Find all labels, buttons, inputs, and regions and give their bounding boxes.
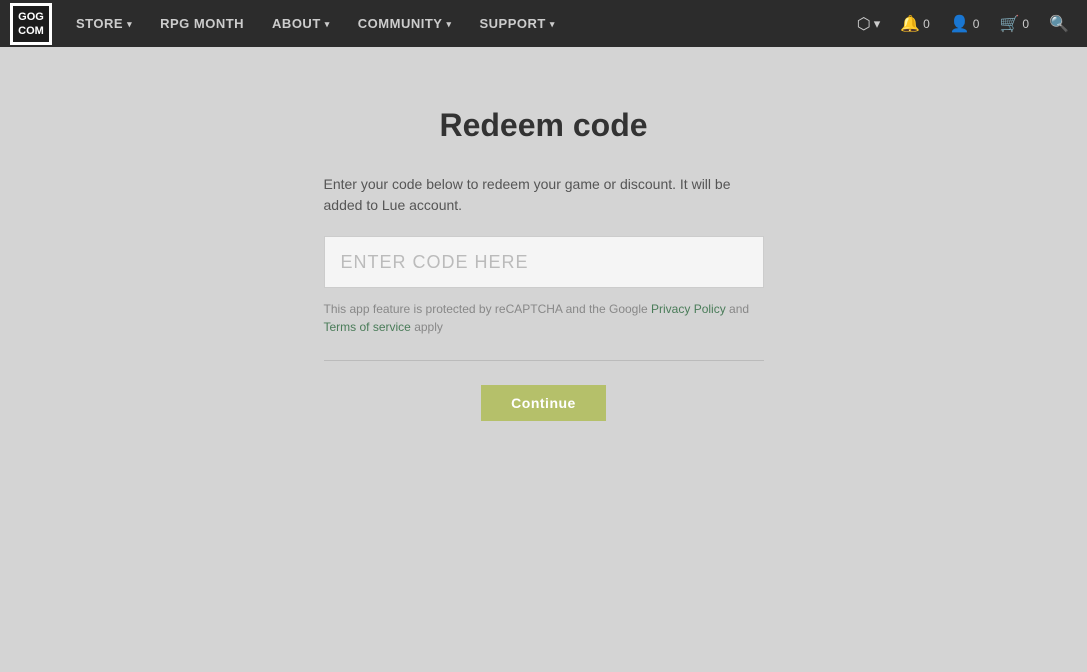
nav-item-about[interactable]: ABOUT ▾ [258,0,344,47]
nav-item-community[interactable]: COMMUNITY ▾ [344,0,466,47]
chevron-down-icon-support: ▾ [550,19,555,30]
notification-count: 0 [923,17,930,31]
nav-label-store: STORE [76,16,123,31]
galaxy-chevron-icon: ▾ [874,16,881,32]
recaptcha-notice: This app feature is protected by reCAPTC… [324,300,764,336]
main-content: Redeem code Enter your code below to red… [0,47,1087,421]
divider [324,360,764,361]
logo[interactable]: GOG COM [10,3,52,45]
user-icon: 👤 [950,14,970,34]
continue-button[interactable]: Continue [481,385,606,421]
nav-item-support[interactable]: SUPPORT ▾ [466,0,569,47]
nav-item-rpgmonth[interactable]: RPG MONTH [146,0,258,47]
bell-icon: 🔔 [900,14,920,34]
user-btn[interactable]: 👤 0 [942,0,988,47]
nav-label-support: SUPPORT [480,16,546,31]
redeem-description: Enter your code below to redeem your gam… [324,174,764,216]
nav-items: STORE ▾ RPG MONTH ABOUT ▾ COMMUNITY ▾ SU… [62,0,849,47]
logo-text-com: COM [18,25,44,37]
redeem-card: Enter your code below to redeem your gam… [324,174,764,421]
terms-of-service-link[interactable]: Terms of service [324,320,411,334]
search-icon: 🔍 [1049,14,1069,34]
chevron-down-icon-community: ▾ [446,19,451,30]
nav-right-icons: ⬡ ▾ 🔔 0 👤 0 🛒 0 🔍 [849,0,1077,47]
page-title: Redeem code [439,107,647,144]
logo-text-gog: GOG [18,11,44,23]
nav-label-rpgmonth: RPG MONTH [160,16,244,31]
cart-icon: 🛒 [999,14,1019,34]
code-input[interactable] [324,236,764,288]
recaptcha-text-before: This app feature is protected by reCAPTC… [324,302,652,316]
privacy-policy-link[interactable]: Privacy Policy [651,302,726,316]
cart-btn[interactable]: 🛒 0 [991,0,1037,47]
recaptcha-after: apply [411,320,443,334]
chevron-down-icon-about: ▾ [325,19,330,30]
nav-label-community: COMMUNITY [358,16,443,31]
cart-count: 0 [1022,17,1029,31]
navbar: GOG COM STORE ▾ RPG MONTH ABOUT ▾ COMMUN… [0,0,1087,47]
galaxy-icon: ⬡ [857,14,871,34]
search-btn[interactable]: 🔍 [1041,0,1077,47]
user-count: 0 [973,17,980,31]
notifications-btn[interactable]: 🔔 0 [892,0,938,47]
recaptcha-and: and [726,302,749,316]
nav-item-store[interactable]: STORE ▾ [62,0,146,47]
nav-label-about: ABOUT [272,16,321,31]
galaxy-icon-btn[interactable]: ⬡ ▾ [849,0,889,47]
chevron-down-icon: ▾ [127,19,132,30]
